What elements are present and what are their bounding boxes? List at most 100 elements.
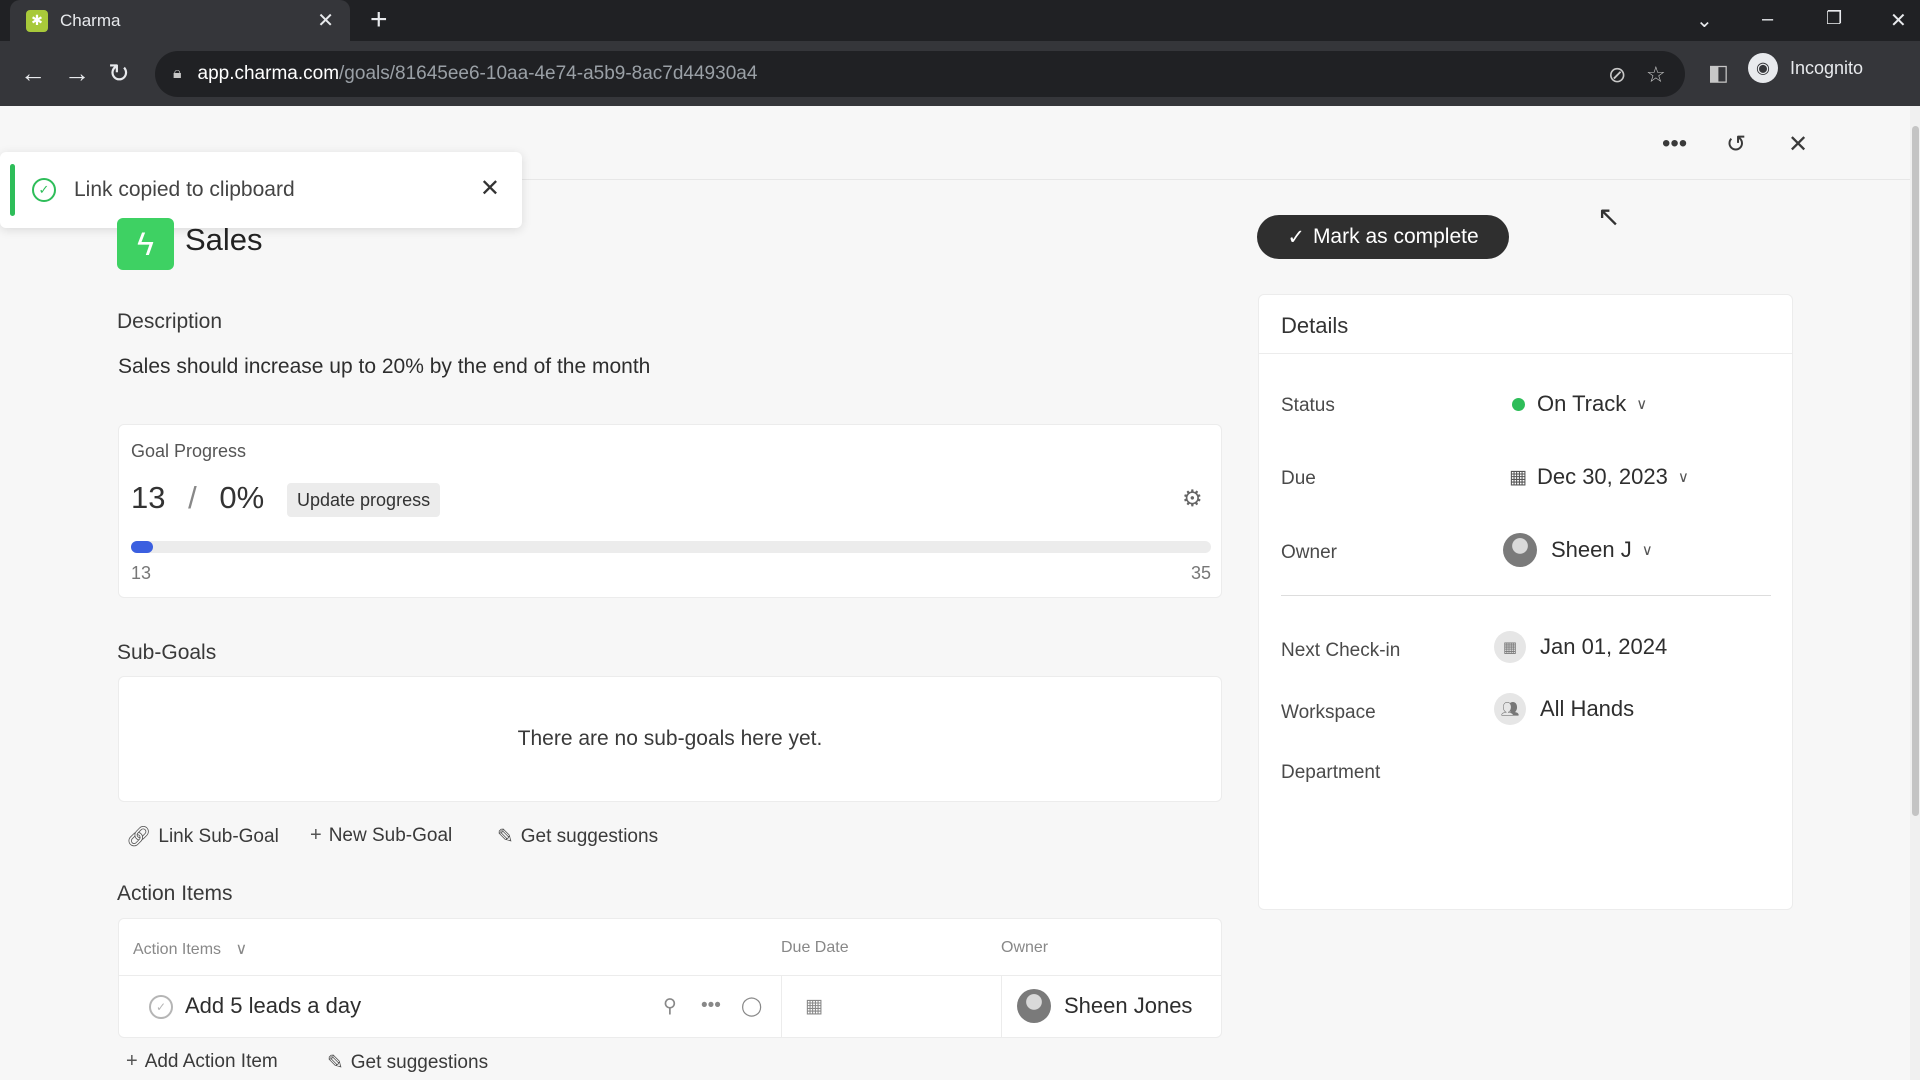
owner-dropdown[interactable]: Sheen J ∨ — [1503, 533, 1653, 567]
subgoal-suggestions-button[interactable]: ✎ Get suggestions — [497, 824, 658, 849]
toast-close-icon[interactable]: ✕ — [480, 174, 500, 203]
magic-wand-icon: ✎ — [327, 1052, 344, 1074]
progress-percent: 0% — [219, 480, 265, 515]
calendar-icon: ▦ — [1494, 631, 1526, 663]
calendar-icon: ▦ — [1509, 466, 1527, 488]
action-item-owner[interactable]: Sheen Jones — [1064, 993, 1192, 1019]
action-items-heading: Action Items — [117, 882, 233, 905]
address-bar[interactable]: 🔒︎ app.charma.com/goals/81645ee6-10aa-4e… — [155, 51, 1685, 97]
column-separator — [1001, 975, 1002, 1037]
due-date-column-header: Due Date — [781, 939, 849, 956]
goal-title[interactable]: Sales — [185, 222, 263, 258]
more-icon[interactable]: ••• — [701, 995, 721, 1017]
history-icon[interactable]: ↺ — [1726, 130, 1746, 159]
chevron-down-icon: ∨ — [1641, 542, 1653, 559]
side-panel-icon[interactable]: ◧ — [1708, 60, 1729, 86]
mark-complete-label: Mark as complete — [1312, 225, 1479, 248]
chevron-down-icon: ∨ — [1636, 396, 1648, 413]
action-suggestions-label: Get suggestions — [350, 1051, 489, 1073]
bookmark-star-icon[interactable]: ☆ — [1646, 62, 1666, 88]
toast-accent-bar — [10, 164, 15, 216]
browser-toolbar: ← → ↻ 🔒︎ app.charma.com/goals/81645ee6-1… — [0, 41, 1920, 106]
avatar — [1017, 989, 1051, 1023]
reload-icon[interactable]: ↻ — [108, 58, 130, 88]
calendar-icon[interactable]: ▦ — [805, 995, 823, 1018]
charma-favicon-icon: ✱ — [26, 9, 48, 32]
window-close-icon[interactable]: ✕ — [1890, 8, 1907, 33]
owner-label: Owner — [1281, 542, 1337, 563]
comment-icon[interactable]: ◯ — [741, 995, 762, 1018]
plus-icon: + — [126, 1050, 138, 1072]
progress-fill — [131, 541, 153, 553]
more-options-icon[interactable]: ••• — [1662, 130, 1687, 158]
status-dot-icon — [1512, 397, 1525, 411]
due-label: Due — [1281, 468, 1316, 489]
lightning-icon: ϟ — [117, 218, 174, 270]
details-divider — [1259, 353, 1792, 354]
tab-title: Charma — [60, 10, 121, 30]
table-header-divider — [119, 975, 1221, 976]
add-action-item-label: Add Action Item — [144, 1050, 278, 1072]
column-header-name: Action Items — [133, 941, 222, 958]
owner-value: Sheen J — [1551, 537, 1632, 562]
browser-tab-bar: ✱ Charma ✕ + ⌄ – ❐ ✕ — [0, 0, 1920, 41]
new-subgoal-button[interactable]: + New Sub-Goal — [310, 824, 452, 847]
next-checkin-label: Next Check-in — [1281, 640, 1401, 661]
url-host: app.charma.com — [197, 63, 340, 84]
subgoals-empty-message: There are no sub-goals here yet. — [517, 727, 823, 750]
workspace-value[interactable]: 👥︎ All Hands — [1494, 693, 1634, 725]
gear-icon[interactable]: ⚙ — [1182, 485, 1203, 512]
details-title: Details — [1281, 313, 1349, 338]
new-tab-icon[interactable]: + — [370, 4, 388, 36]
action-item-suggestions-button[interactable]: ✎ Get suggestions — [327, 1050, 488, 1075]
action-item-name[interactable]: Add 5 leads a day — [185, 993, 361, 1019]
description-text[interactable]: Sales should increase up to 20% by the e… — [118, 355, 650, 379]
next-checkin-value[interactable]: ▦ Jan 01, 2024 — [1494, 631, 1667, 663]
progress-max-label: 35 — [1190, 563, 1211, 583]
close-tab-icon[interactable]: ✕ — [317, 8, 334, 33]
complete-check-icon[interactable]: ✓ — [149, 995, 173, 1019]
pin-icon[interactable]: ⚲ — [663, 995, 677, 1018]
users-icon: 👥︎ — [1494, 693, 1526, 725]
department-label: Department — [1281, 762, 1381, 783]
subgoals-card: There are no sub-goals here yet. — [118, 676, 1222, 802]
checkin-value: Jan 01, 2024 — [1540, 634, 1668, 659]
progress-value: 13 / 0% — [131, 480, 264, 516]
add-action-item-button[interactable]: + Add Action Item — [126, 1050, 278, 1073]
eye-off-icon[interactable]: ⊘ — [1608, 62, 1626, 88]
mark-as-complete-button[interactable]: ✓ Mark as complete — [1257, 215, 1509, 259]
magic-wand-icon: ✎ — [497, 826, 514, 848]
link-icon: 🔗︎ — [126, 826, 152, 848]
close-panel-icon[interactable]: ✕ — [1788, 130, 1808, 159]
url-path: /goals/81645ee6-10aa-4e74-a5b9-8ac7d4493… — [339, 63, 758, 84]
avatar — [1503, 533, 1537, 567]
update-progress-button[interactable]: Update progress — [287, 483, 441, 517]
restore-icon[interactable]: ❐ — [1826, 8, 1842, 29]
scrollbar-thumb[interactable] — [1912, 126, 1919, 816]
check-circle-icon: ✓ — [32, 178, 56, 202]
page-scrollbar[interactable] — [1910, 106, 1920, 1080]
goal-progress-title: Goal Progress — [131, 441, 247, 461]
status-value: On Track — [1537, 391, 1627, 416]
subgoals-heading: Sub-Goals — [117, 641, 217, 664]
incognito-profile[interactable]: ◉ Incognito — [1748, 53, 1863, 83]
mouse-cursor-icon: ↖ — [1597, 201, 1621, 232]
incognito-icon: ◉ — [1748, 53, 1778, 83]
workspace-label: Workspace — [1281, 702, 1376, 723]
status-dropdown[interactable]: On Track ∨ — [1512, 391, 1647, 417]
browser-tab[interactable]: ✱ Charma ✕ — [10, 0, 350, 41]
forward-icon[interactable]: → — [64, 58, 90, 88]
back-icon[interactable]: ← — [20, 58, 46, 88]
progress-track — [131, 541, 1211, 553]
progress-separator: / — [188, 480, 197, 515]
minimize-icon[interactable]: – — [1762, 8, 1773, 31]
chevron-down-icon: ∨ — [235, 941, 248, 958]
tab-search-icon[interactable]: ⌄ — [1696, 8, 1713, 33]
action-items-column-header[interactable]: Action Items ∨ — [133, 939, 247, 959]
link-subgoal-button[interactable]: 🔗︎ Link Sub-Goal — [126, 824, 279, 849]
action-items-table: Action Items ∨ Due Date Owner ✓ Add 5 le… — [118, 918, 1222, 1038]
due-value: Dec 30, 2023 — [1536, 464, 1668, 489]
due-date-picker[interactable]: ▦ Dec 30, 2023 ∨ — [1509, 464, 1689, 490]
link-subgoal-label: Link Sub-Goal — [158, 825, 279, 847]
status-label: Status — [1281, 395, 1335, 416]
